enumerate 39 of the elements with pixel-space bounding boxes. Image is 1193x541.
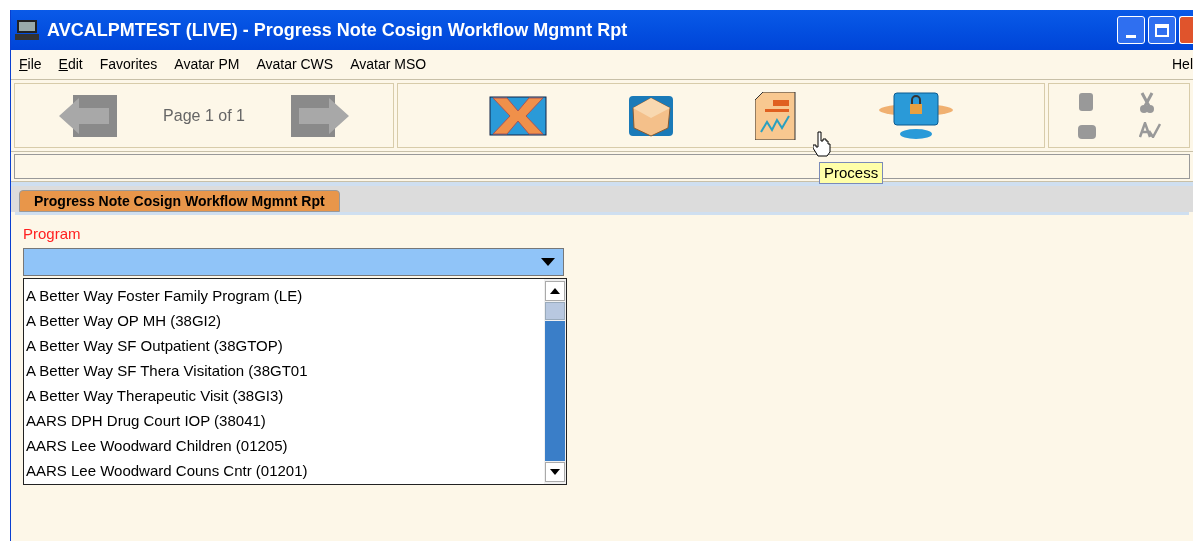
- close-button[interactable]: [1179, 16, 1193, 44]
- scrollbar[interactable]: [544, 278, 566, 484]
- page-indicator: Page 1 of 1: [163, 105, 245, 126]
- spellcheck-icon[interactable]: [1139, 121, 1161, 138]
- locked-monitor-icon[interactable]: [877, 91, 954, 140]
- list-option[interactable]: AARS Lee Woodward Couns Cntr (01201): [24, 458, 544, 484]
- list-option[interactable]: AARS DPH Drug Court IOP (38041): [24, 408, 544, 434]
- maximize-button[interactable]: [1148, 16, 1176, 44]
- up-arrow-icon[interactable]: [550, 287, 560, 294]
- menu-item[interactable]: Avatar CWS: [256, 54, 334, 75]
- copy-icon[interactable]: [1077, 91, 1095, 112]
- forward-arrow-icon[interactable]: [291, 93, 349, 138]
- tab[interactable]: Progress Note Cosign Workflow Mgmnt Rpt: [19, 190, 340, 212]
- menu-item[interactable]: Avatar PM: [174, 54, 240, 75]
- scissors-icon[interactable]: [1139, 91, 1155, 114]
- field-label: Program: [23, 224, 82, 244]
- list-option[interactable]: AARS Lee Woodward Children (01205): [24, 433, 544, 459]
- menu-item[interactable]: Edit: [58, 54, 83, 75]
- list-option[interactable]: A Better Way SF Outpatient (38GTOP): [24, 332, 544, 358]
- list-option[interactable]: A Better Way OP MH (38GI2): [24, 307, 544, 333]
- menu-item[interactable]: Favorites: [99, 54, 158, 75]
- menu-item[interactable]: Hel: [1172, 54, 1193, 75]
- minimize-button[interactable]: [1117, 16, 1145, 44]
- caret-icon: [541, 257, 555, 266]
- list-option[interactable]: A Better Way SF Thera Visitation (38GT01: [24, 357, 544, 383]
- hand-cursor-icon: [813, 131, 831, 157]
- tooltip: Process: [819, 162, 884, 184]
- program-dropdown[interactable]: [23, 247, 564, 276]
- x-icon[interactable]: [488, 95, 547, 136]
- scrollbar-thumb[interactable]: [545, 301, 565, 320]
- list-option[interactable]: A Better Way Foster Family Program (LE): [24, 282, 544, 308]
- back-arrow-icon[interactable]: [59, 93, 117, 138]
- down-arrow-icon[interactable]: [550, 468, 560, 475]
- window-title: AVCALPMTEST (LIVE) - Progress Note Cosign Workflow Mgmnt Rpt: [47, 18, 628, 42]
- computer-icon: [15, 19, 39, 41]
- menu-item[interactable]: File: [19, 54, 42, 75]
- report-icon[interactable]: [754, 91, 797, 140]
- list-option[interactable]: A Better Way Therapeutic Visit (38GI3): [24, 383, 544, 409]
- menu-item[interactable]: Avatar MSO: [350, 54, 427, 75]
